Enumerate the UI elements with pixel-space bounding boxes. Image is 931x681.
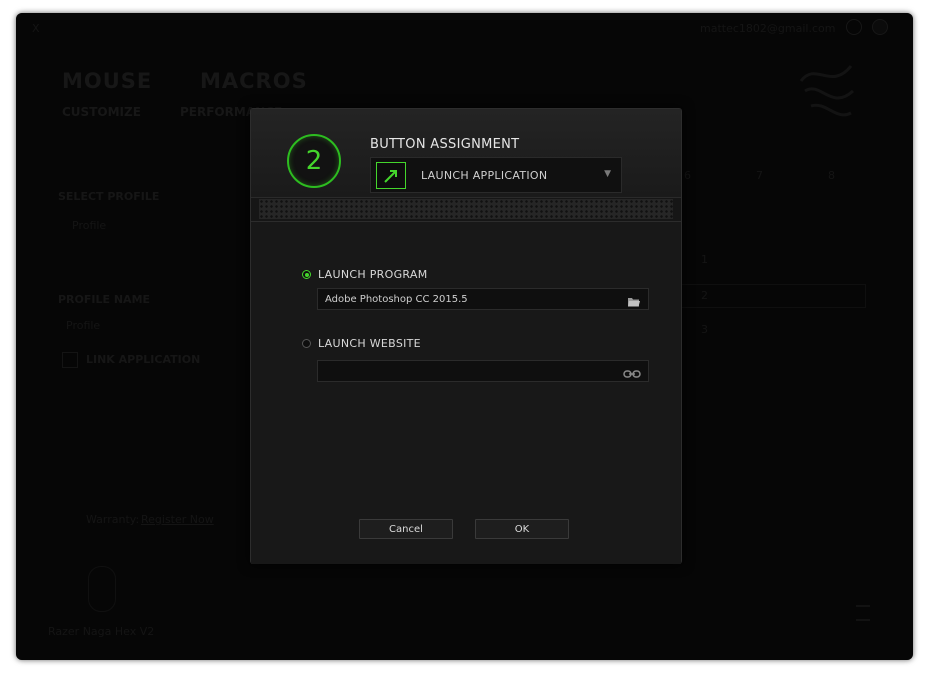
avatar[interactable] — [872, 19, 888, 35]
device-name: Razer Naga Hex V2 — [48, 625, 155, 638]
ok-button[interactable]: OK — [475, 519, 569, 539]
program-path-value: Adobe Photoshop CC 2015.5 — [325, 294, 468, 305]
tab-macros[interactable]: MACROS — [200, 69, 308, 93]
close-button[interactable]: X — [32, 22, 40, 35]
assignment-value: LAUNCH APPLICATION — [421, 169, 548, 182]
gear-icon[interactable] — [846, 19, 862, 35]
cancel-button[interactable]: Cancel — [359, 519, 453, 539]
launch-website-label: LAUNCH WEBSITE — [318, 337, 421, 350]
menu-icon[interactable] — [856, 605, 870, 621]
link-application-checkbox[interactable] — [62, 352, 78, 368]
bg-button-6[interactable]: 6 — [684, 169, 691, 182]
tab-mouse[interactable]: MOUSE — [62, 69, 152, 93]
razer-logo-icon — [799, 65, 855, 117]
bg-button-3[interactable]: 3 — [701, 323, 708, 336]
bg-button-1[interactable]: 1 — [701, 253, 708, 266]
select-profile-label: SELECT PROFILE — [58, 190, 160, 203]
bg-button-7[interactable]: 7 — [756, 169, 763, 182]
mouse-device-icon[interactable] — [88, 566, 116, 612]
link-application-label: LINK APPLICATION — [86, 353, 201, 366]
decorative-mesh — [259, 199, 673, 219]
razer-synapse-window: X mattec1802@gmail.com MOUSE MACROS CUST… — [16, 13, 913, 660]
button-number-badge: 2 — [287, 134, 341, 188]
dialog-title: BUTTON ASSIGNMENT — [370, 137, 520, 152]
chevron-down-icon: ▼ — [604, 169, 611, 179]
profile-name-label: PROFILE NAME — [58, 293, 151, 306]
dialog-body: LAUNCH PROGRAM Adobe Photoshop CC 2015.5… — [251, 221, 681, 564]
launch-arrow-icon — [376, 162, 406, 189]
link-icon — [623, 365, 641, 384]
profile-dropdown[interactable]: Profile — [72, 219, 106, 232]
assignment-dropdown[interactable]: LAUNCH APPLICATION ▼ — [370, 157, 622, 193]
launch-program-option[interactable]: LAUNCH PROGRAM — [302, 268, 428, 281]
launch-website-radio[interactable] — [302, 339, 311, 348]
launch-website-option[interactable]: LAUNCH WEBSITE — [302, 337, 421, 350]
bg-highlight-row — [680, 284, 866, 308]
bg-button-8[interactable]: 8 — [828, 169, 835, 182]
button-assignment-dialog: 2 BUTTON ASSIGNMENT LAUNCH APPLICATION ▼… — [250, 108, 682, 564]
subtab-customize[interactable]: CUSTOMIZE — [62, 105, 141, 119]
folder-icon[interactable] — [627, 293, 641, 312]
website-url-field[interactable] — [317, 360, 649, 382]
account-email[interactable]: mattec1802@gmail.com — [700, 22, 835, 35]
program-path-field[interactable]: Adobe Photoshop CC 2015.5 — [317, 288, 649, 310]
launch-program-radio[interactable] — [302, 270, 311, 279]
launch-program-label: LAUNCH PROGRAM — [318, 268, 428, 281]
register-now-link[interactable]: Register Now — [141, 513, 214, 526]
warranty-label: Warranty: — [86, 513, 140, 526]
dialog-header: 2 BUTTON ASSIGNMENT LAUNCH APPLICATION ▼ — [251, 109, 681, 198]
profile-name-field[interactable]: Profile — [66, 319, 100, 332]
